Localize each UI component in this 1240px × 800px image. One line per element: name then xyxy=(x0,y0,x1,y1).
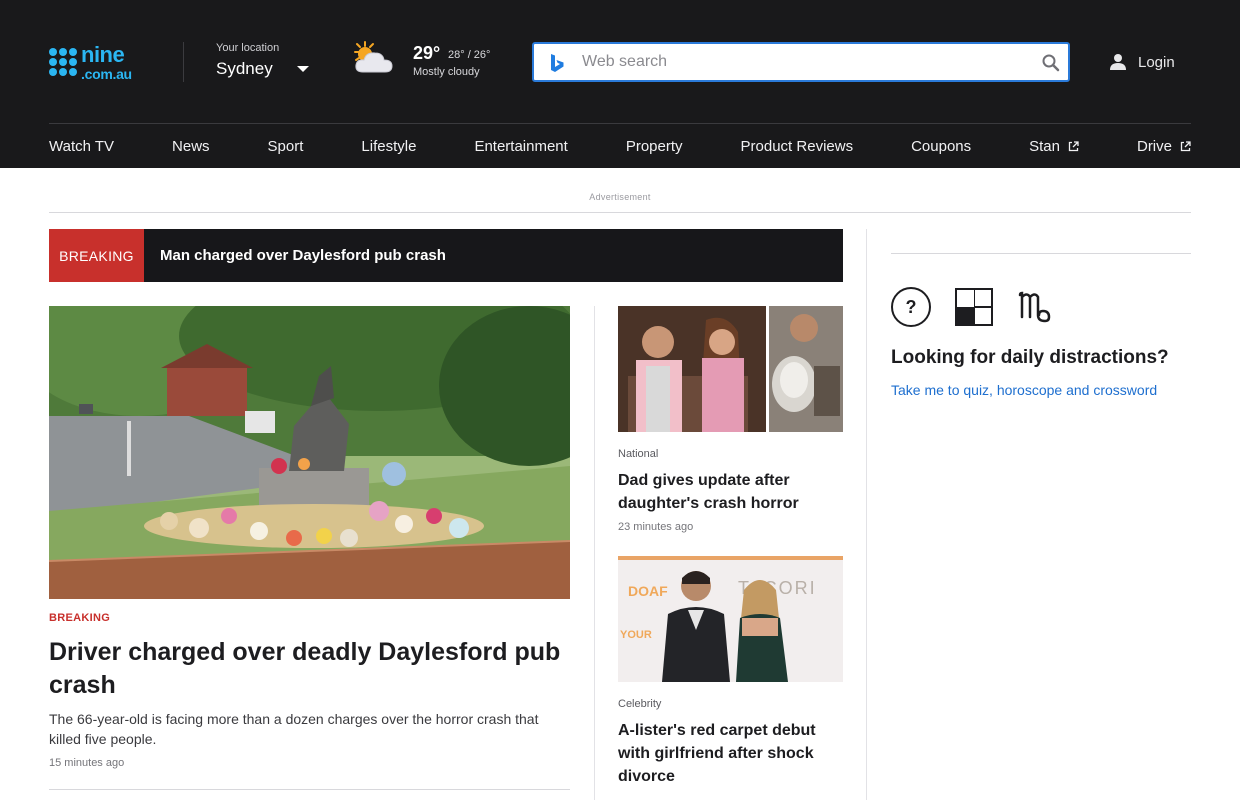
search-input[interactable] xyxy=(582,44,1022,80)
header-divider xyxy=(183,42,184,82)
hero-image[interactable] xyxy=(49,306,570,599)
sidebar-top-divider xyxy=(891,253,1191,254)
quiz-icon[interactable]: ? xyxy=(891,287,931,327)
distractions-link[interactable]: Take me to quiz, horoscope and crossword xyxy=(891,382,1157,398)
location-label: Your location xyxy=(216,42,280,54)
distraction-icons: ? xyxy=(891,287,1051,327)
nav-item-lifestyle[interactable]: Lifestyle xyxy=(361,138,416,155)
main-nav: Watch TV News Sport Lifestyle Entertainm… xyxy=(49,124,1191,168)
partly-cloudy-icon xyxy=(354,41,393,73)
nav-item-sport[interactable]: Sport xyxy=(268,138,304,155)
svg-text:DOAF: DOAF xyxy=(628,583,668,599)
site-header: nine .com.au Your location Sydney 29° 28… xyxy=(0,0,1240,168)
logo-line2: .com.au xyxy=(81,65,132,82)
nav-item-entertainment[interactable]: Entertainment xyxy=(474,138,567,155)
weather-condition: Mostly cloudy xyxy=(413,66,480,78)
advertisement-label: Advertisement xyxy=(589,192,651,202)
card-headline[interactable]: Dad gives update after daughter's crash … xyxy=(618,469,843,515)
hero-headline[interactable]: Driver charged over deadly Daylesford pu… xyxy=(49,636,570,702)
nav-item-stan[interactable]: Stan xyxy=(1029,138,1079,155)
chevron-down-icon[interactable] xyxy=(297,66,309,72)
breaking-tag: BREAKING xyxy=(49,229,144,282)
card-image[interactable] xyxy=(618,306,843,432)
card-timestamp: 23 minutes ago xyxy=(618,521,694,533)
login-label: Login xyxy=(1138,53,1175,71)
card-category[interactable]: Celebrity xyxy=(618,698,843,710)
hero-divider xyxy=(49,789,570,790)
horoscope-icon[interactable] xyxy=(1017,289,1051,325)
breaking-news-bar[interactable]: BREAKING Man charged over Daylesford pub… xyxy=(49,229,843,282)
article-card[interactable]: TACORI DOAF YOUR Celebrity A-lister's re… xyxy=(618,556,843,788)
card-category[interactable]: National xyxy=(618,448,843,460)
external-link-icon xyxy=(1180,140,1191,151)
hero-description: The 66-year-old is facing more than a do… xyxy=(49,711,539,747)
nav-item-watch-tv[interactable]: Watch TV xyxy=(49,138,114,155)
external-link-icon xyxy=(1068,140,1079,151)
hero-timestamp: 15 minutes ago xyxy=(49,757,125,769)
nav-item-property[interactable]: Property xyxy=(626,138,683,155)
web-search-box xyxy=(532,42,1070,82)
user-icon xyxy=(1110,54,1126,70)
current-temperature: 29° xyxy=(413,43,441,63)
svg-text:YOUR: YOUR xyxy=(620,629,652,641)
card-image[interactable]: TACORI DOAF YOUR xyxy=(618,556,843,682)
logo-line1: nine xyxy=(81,41,125,67)
nav-item-coupons[interactable]: Coupons xyxy=(911,138,971,155)
search-icon[interactable] xyxy=(1040,52,1062,74)
nav-item-drive[interactable]: Drive xyxy=(1137,138,1191,155)
breaking-headline[interactable]: Man charged over Daylesford pub crash xyxy=(160,247,446,264)
logo-dots-icon xyxy=(49,48,77,76)
bing-icon xyxy=(551,54,564,72)
ad-divider xyxy=(49,212,1191,213)
hero-tag: BREAKING xyxy=(49,612,111,624)
nav-item-news[interactable]: News xyxy=(172,138,210,155)
nine-logo[interactable]: nine .com.au xyxy=(49,41,153,82)
sidebar-divider xyxy=(866,229,867,800)
temperature-range: 28° / 26° xyxy=(448,49,491,61)
column-divider xyxy=(594,306,595,800)
article-card[interactable]: National Dad gives update after daughter… xyxy=(618,306,843,533)
sidebar-title: Looking for daily distractions? xyxy=(891,347,1169,368)
login-button[interactable]: Login xyxy=(1108,50,1175,74)
location-selector[interactable]: Sydney xyxy=(216,59,273,79)
card-headline[interactable]: A-lister's red carpet debut with girlfri… xyxy=(618,719,843,788)
nav-item-product-reviews[interactable]: Product Reviews xyxy=(741,138,854,155)
crossword-icon[interactable] xyxy=(955,288,993,326)
